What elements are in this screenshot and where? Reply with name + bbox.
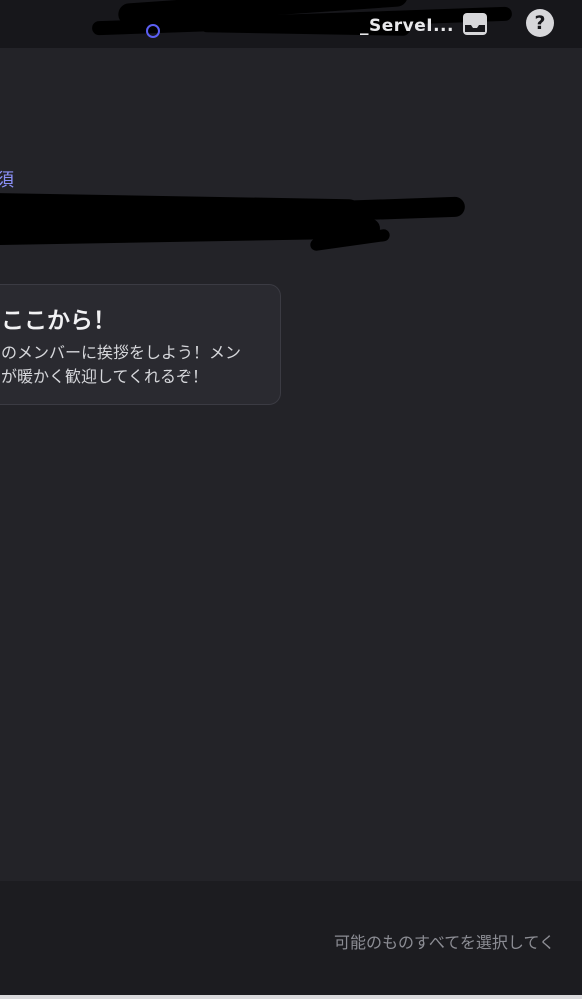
- top-bar: _ServeI... ?: [0, 0, 582, 48]
- help-icon[interactable]: ?: [526, 9, 554, 37]
- inbox-icon[interactable]: [462, 12, 488, 36]
- bottom-edge: [0, 995, 582, 999]
- status-indicator: [146, 24, 160, 38]
- required-label: 須: [0, 170, 14, 191]
- help-glyph: ?: [534, 12, 546, 34]
- tip-title: ここから！: [1, 308, 116, 334]
- tip-body: のメンバーに挨拶をしよう！メン が暖かく歓迎してくれるぞ！: [1, 343, 242, 386]
- server-name[interactable]: _ServeI...: [360, 16, 454, 36]
- bottom-hint-text: 可能のものすべてを選択してく: [334, 933, 555, 952]
- welcome-tip-card[interactable]: ここから！ のメンバーに挨拶をしよう！メン が暖かく歓迎してくれるぞ！: [0, 284, 281, 405]
- app-screen: _ServeI... ? 須 ここから！ のメンバーに挨拶をしよう！メン が暖か…: [0, 0, 582, 999]
